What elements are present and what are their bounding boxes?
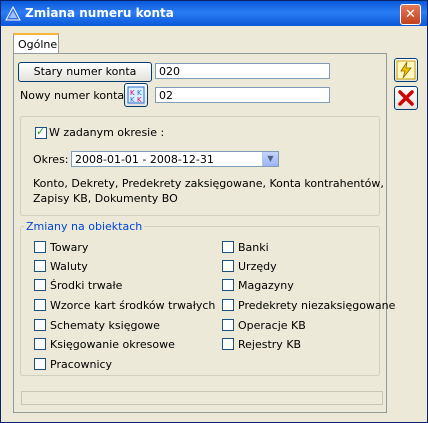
svg-text:K: K — [130, 96, 135, 104]
label-predekrety-niezaksiegowane: Predekrety niezaksięgowane — [238, 299, 396, 312]
checkbox-rejestry-kb[interactable] — [222, 338, 234, 350]
label-srodki-trwale: Środki trwałe — [50, 279, 123, 292]
execute-button[interactable] — [394, 58, 418, 82]
okres-label: Okres: — [33, 153, 69, 166]
okres-select[interactable]: 2008-01-01 - 2008-12-31 ▼ — [71, 151, 279, 167]
label-wzorce-kart: Wzorce kart środków trwałych — [50, 299, 216, 312]
stary-numer-input[interactable]: 020 — [155, 63, 330, 79]
checkbox-waluty[interactable] — [34, 260, 46, 272]
kk-account-button[interactable]: K K K K — [124, 83, 148, 107]
label-magazyny: Magazyny — [238, 279, 294, 292]
label-schematy-ksiegowe: Schematy księgowe — [50, 319, 160, 332]
lightning-icon — [396, 60, 416, 80]
label-waluty: Waluty — [50, 260, 88, 273]
okres-value: 2008-01-01 - 2008-12-31 — [75, 153, 214, 166]
checkbox-urzedy[interactable] — [222, 260, 234, 272]
changes-title: Zmiany na obiektach — [24, 220, 145, 233]
label-rejestry-kb: Rejestry KB — [238, 338, 302, 351]
checkbox-schematy-ksiegowe[interactable] — [34, 319, 46, 331]
svg-text:K: K — [137, 96, 142, 104]
app-triangle-icon — [5, 6, 21, 21]
nowy-numer-label: Nowy numer konta: — [20, 89, 128, 102]
status-bar — [21, 391, 383, 405]
tab-ogolne[interactable]: Ogólne — [13, 33, 59, 55]
checkbox-predekrety-niezaksiegowane[interactable] — [222, 299, 234, 311]
checkbox-magazyny[interactable] — [222, 279, 234, 291]
title-bar[interactable]: Zmiana numeru konta ✕ — [1, 1, 427, 26]
w-zadanym-okresie-checkbox[interactable] — [35, 125, 47, 139]
period-info-line2: Zapisy KB, Dokumenty BO — [33, 192, 178, 205]
label-urzedy: Urzędy — [238, 260, 277, 273]
checkbox-wzorce-kart[interactable] — [34, 299, 46, 311]
cancel-button[interactable] — [394, 86, 418, 110]
dialog-window: Zmiana numeru konta ✕ Ogólne Stary numer… — [0, 0, 428, 423]
checkbox-pracownicy[interactable] — [34, 358, 46, 370]
period-info-line1: Konto, Dekrety, Predekrety zaksięgowane,… — [33, 177, 384, 190]
nowy-numer-input[interactable]: 02 — [155, 87, 330, 103]
account-plan-icon: K K K K — [127, 86, 145, 104]
red-x-icon — [398, 90, 414, 106]
stary-numer-konta-button[interactable]: Stary numer konta — [18, 62, 152, 82]
checkbox-operacje-kb[interactable] — [222, 319, 234, 331]
chevron-down-icon[interactable]: ▼ — [262, 152, 278, 166]
label-pracownicy: Pracownicy — [50, 358, 113, 371]
w-zadanym-okresie-label: W zadanym okresie : — [49, 126, 165, 139]
label-operacje-kb: Operacje KB — [238, 319, 306, 332]
checkbox-banki[interactable] — [222, 241, 234, 253]
tab-panel: Stary numer konta 020 Nowy numer konta: … — [13, 53, 395, 413]
label-banki: Banki — [238, 241, 269, 254]
tab-label: Ogólne — [18, 38, 58, 51]
checkbox-srodki-trwale[interactable] — [34, 279, 46, 291]
checkbox-ksiegowanie-okresowe[interactable] — [34, 338, 46, 350]
stary-button-label: Stary numer konta — [33, 65, 137, 78]
checkbox-towary[interactable] — [34, 241, 46, 253]
label-towary: Towary — [50, 241, 89, 254]
close-button[interactable]: ✕ — [400, 4, 421, 25]
window-title: Zmiana numeru konta — [25, 6, 174, 20]
label-ksiegowanie-okresowe: Księgowanie okresowe — [50, 338, 175, 351]
